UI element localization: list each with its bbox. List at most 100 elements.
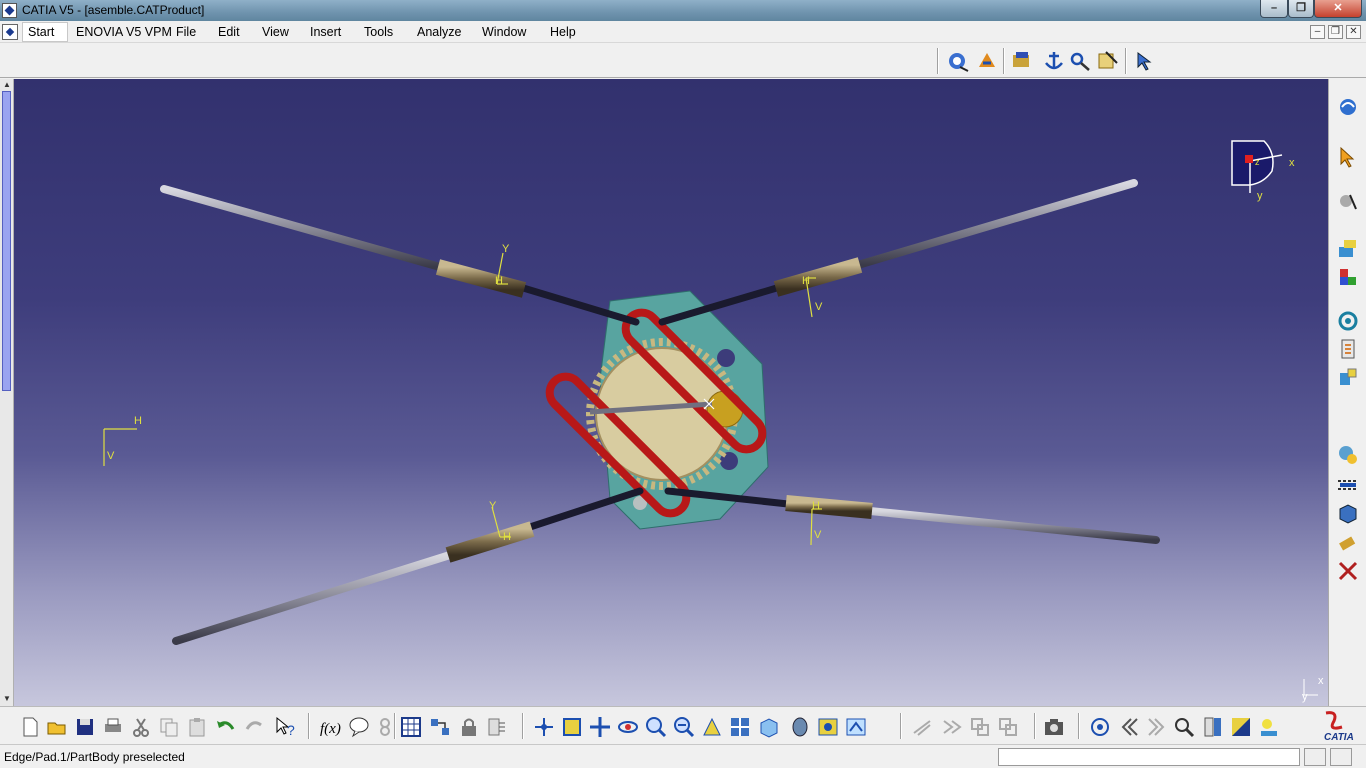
compass-x-label: x <box>1289 157 1295 169</box>
snap-icon[interactable] <box>1133 49 1157 73</box>
cut-icon[interactable] <box>129 715 153 739</box>
last-icon[interactable] <box>1145 715 1169 739</box>
menu-view[interactable]: View <box>262 25 289 39</box>
lock-icon[interactable] <box>457 715 481 739</box>
existing-component-icon[interactable] <box>1336 237 1360 261</box>
menu-insert[interactable]: Insert <box>310 25 341 39</box>
light-icon[interactable] <box>1257 715 1281 739</box>
clash-icon[interactable] <box>1336 473 1360 497</box>
save-icon[interactable] <box>73 715 97 739</box>
zoom-out-icon[interactable] <box>672 715 696 739</box>
rod-upper-right[interactable] <box>773 179 1138 297</box>
parallel-icon[interactable] <box>910 715 934 739</box>
anchor-icon[interactable] <box>1042 49 1066 73</box>
rod-upper-left[interactable] <box>160 185 527 298</box>
rod-lower-right[interactable] <box>785 495 1160 544</box>
status-button[interactable] <box>1304 748 1326 766</box>
copy-icon[interactable] <box>157 715 181 739</box>
select-icon[interactable] <box>1336 145 1360 169</box>
menu-tools[interactable]: Tools <box>364 25 393 39</box>
iso-view-icon[interactable] <box>757 715 781 739</box>
menu-bar: Start ENOVIA V5 VPM File Edit View Inser… <box>0 21 1366 43</box>
open-icon[interactable] <box>45 715 69 739</box>
copy-icon[interactable] <box>968 715 992 739</box>
svg-text:CATIA: CATIA <box>1324 732 1354 743</box>
paste-icon[interactable] <box>185 715 209 739</box>
doc-close-button[interactable]: ✕ <box>1346 25 1361 39</box>
multi-view-icon[interactable] <box>728 715 752 739</box>
manipulation-icon[interactable] <box>1096 49 1120 73</box>
search-icon[interactable] <box>1172 715 1196 739</box>
minimize-button[interactable]: – <box>1260 0 1288 18</box>
normal-view-icon[interactable] <box>700 715 724 739</box>
menu-window[interactable]: Window <box>482 25 526 39</box>
paste-icon[interactable] <box>996 715 1020 739</box>
doc-minimize-button[interactable]: – <box>1310 25 1325 39</box>
compass-icon[interactable] <box>1224 135 1304 209</box>
fly-mode-icon[interactable] <box>946 49 970 73</box>
zoom-in-icon[interactable] <box>644 715 668 739</box>
catia-logo-icon: CATIA <box>1324 711 1354 743</box>
status-bar: Edge/Pad.1/PartBody preselected <box>0 744 1366 768</box>
document-icon[interactable] <box>2 24 18 40</box>
pan-icon[interactable] <box>588 715 612 739</box>
capture-icon[interactable] <box>1042 715 1066 739</box>
menu-edit[interactable]: Edit <box>218 25 240 39</box>
menu-analyze[interactable]: Analyze <box>417 25 461 39</box>
graph-tree-icon[interactable] <box>1336 337 1360 361</box>
svg-text:?: ? <box>287 722 295 738</box>
close-button[interactable]: ✕ <box>1314 0 1362 18</box>
fit-all-icon[interactable] <box>560 715 584 739</box>
product-structure-icon[interactable] <box>1336 95 1360 119</box>
scan-icon[interactable] <box>428 715 452 739</box>
new-icon[interactable] <box>18 715 42 739</box>
rod-label-b: V <box>815 301 823 313</box>
tree-icon[interactable] <box>1201 715 1225 739</box>
table-icon[interactable] <box>399 715 423 739</box>
menu-help[interactable]: Help <box>550 25 576 39</box>
assembly-model[interactable] <box>0 79 1328 706</box>
knowledge-icon[interactable] <box>347 715 371 739</box>
doc-restore-button[interactable]: ❐ <box>1328 25 1343 39</box>
redo-icon[interactable] <box>243 715 267 739</box>
menu-enovia[interactable]: ENOVIA V5 VPM <box>76 25 172 39</box>
toolbar-separator <box>308 713 310 739</box>
3d-viewport[interactable]: ▲ ▼ Y H H V Y H H V H V x y z x y <box>0 79 1328 706</box>
turn-head-icon[interactable] <box>975 49 999 73</box>
formula-icon[interactable]: f(x) <box>319 715 343 739</box>
power-input-field[interactable] <box>998 748 1300 766</box>
assembly-constraint-icon[interactable] <box>1336 365 1360 389</box>
whats-this-icon[interactable]: ? <box>273 715 297 739</box>
first-icon[interactable] <box>1117 715 1141 739</box>
print-icon[interactable] <box>101 715 125 739</box>
image-icon[interactable] <box>1229 715 1253 739</box>
target-icon[interactable] <box>1088 715 1112 739</box>
catalog-browser-icon[interactable] <box>1336 501 1360 525</box>
svg-text:f(x): f(x) <box>320 721 341 737</box>
swap-space-icon[interactable] <box>844 715 868 739</box>
hide-show-icon[interactable] <box>816 715 840 739</box>
move-icon[interactable] <box>1336 189 1360 213</box>
compass-y-label: y <box>1257 190 1263 202</box>
menu-file[interactable]: File <box>176 25 196 39</box>
replace-icon[interactable] <box>1336 309 1360 333</box>
toolbar-separator <box>394 713 396 739</box>
compass-z-label: z <box>1255 157 1260 167</box>
menu-start[interactable]: Start <box>22 22 68 42</box>
restore-button[interactable]: ❐ <box>1288 0 1314 18</box>
publish-icon[interactable] <box>485 715 509 739</box>
sectioning-icon[interactable] <box>1336 531 1360 555</box>
rod-lower-left[interactable] <box>172 521 535 645</box>
compass-icon[interactable] <box>532 715 556 739</box>
measure-icon[interactable] <box>1336 559 1360 583</box>
shading-icon[interactable] <box>788 715 812 739</box>
explode-icon[interactable] <box>1336 443 1360 467</box>
new-part-icon[interactable] <box>1336 265 1360 289</box>
undo-icon[interactable] <box>213 715 237 739</box>
constraint-icon[interactable] <box>1068 49 1092 73</box>
rotate-icon[interactable] <box>616 715 640 739</box>
catia-app-icon[interactable] <box>2 3 17 18</box>
catalog-icon[interactable] <box>1010 49 1034 73</box>
status-button[interactable] <box>1330 748 1352 766</box>
next-icon[interactable] <box>940 715 964 739</box>
